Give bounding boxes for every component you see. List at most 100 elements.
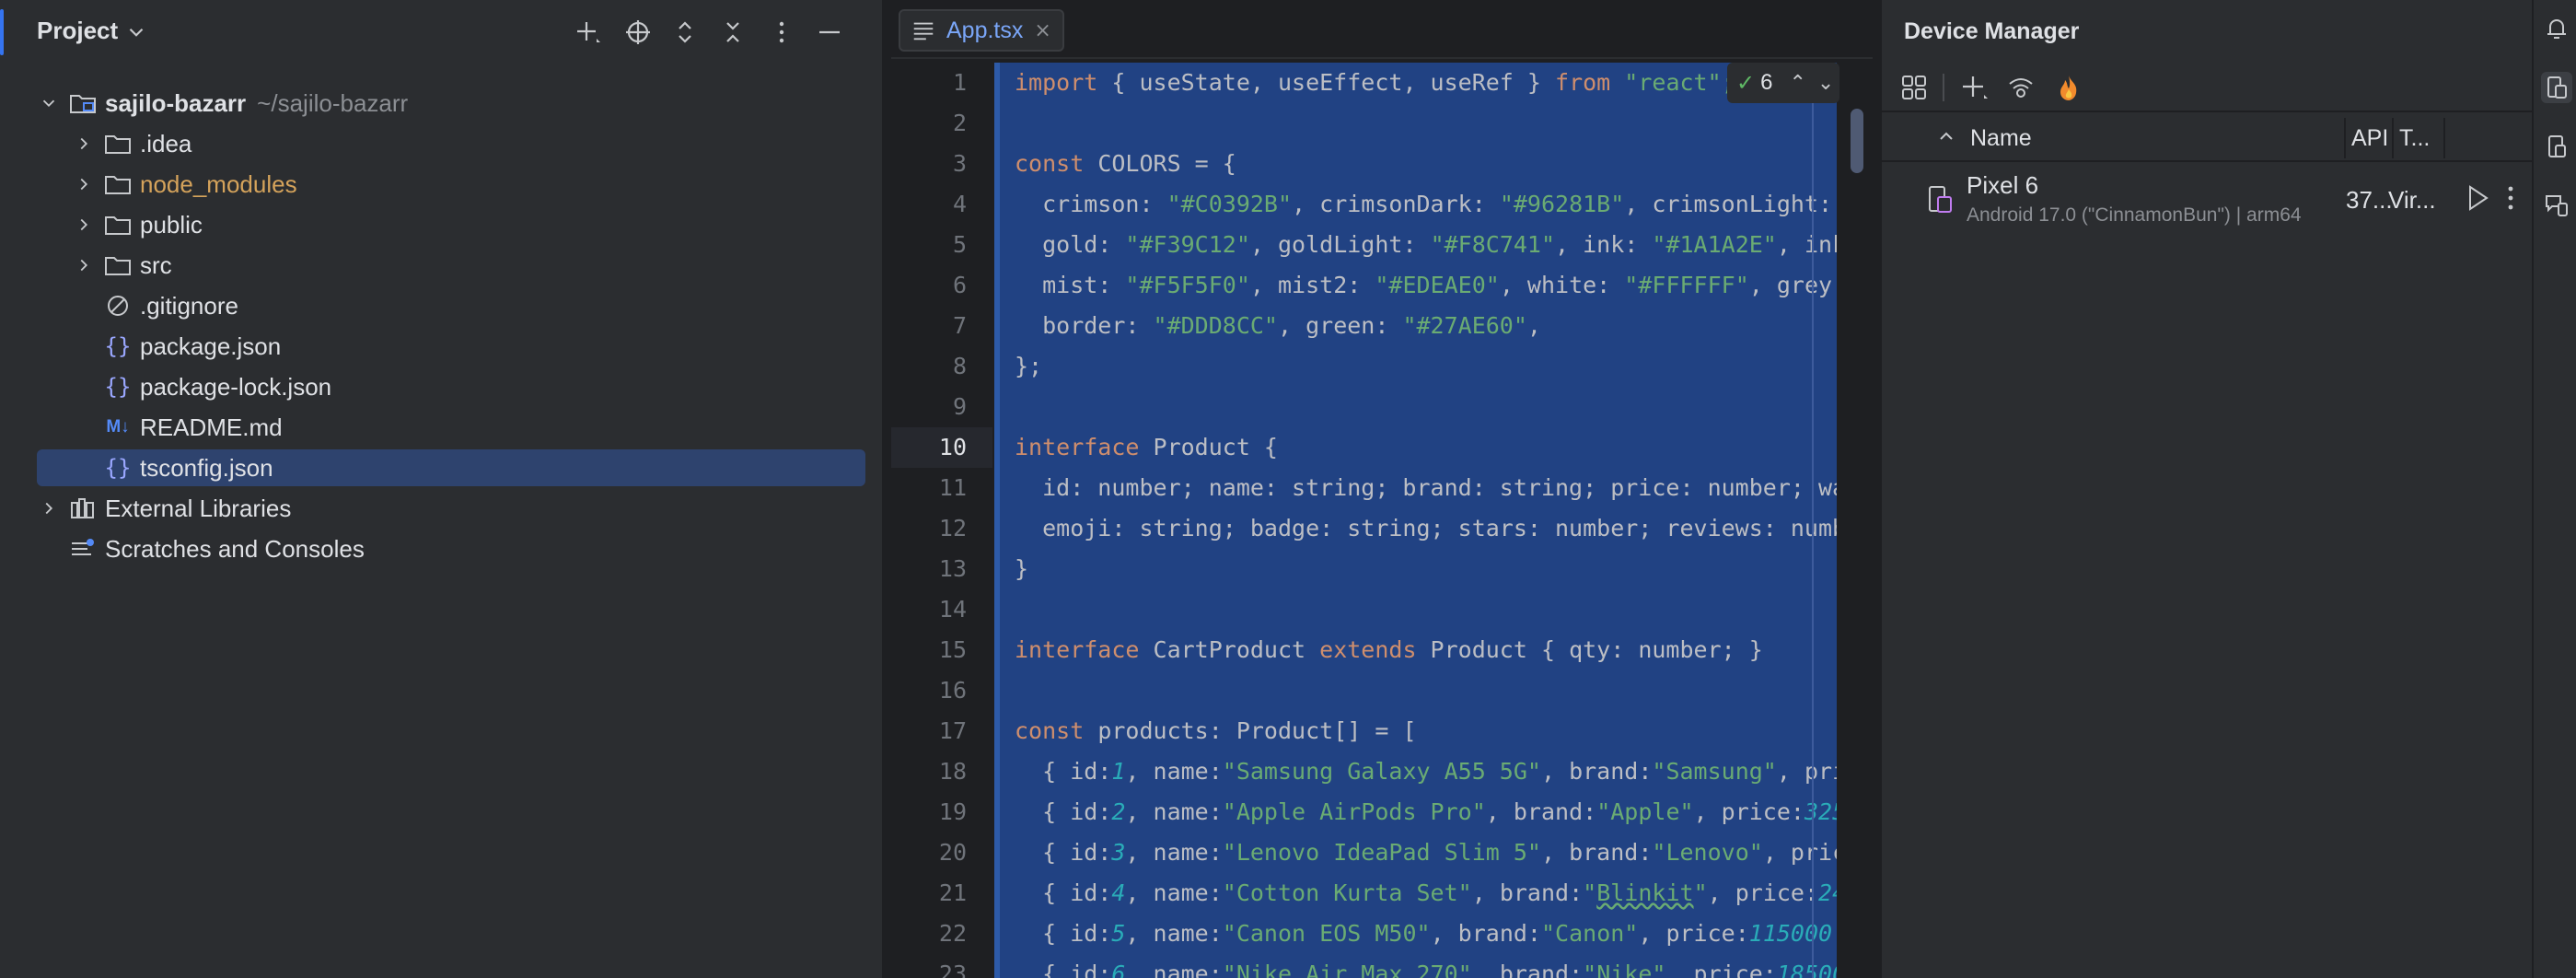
- panel-splitter[interactable]: [1873, 0, 1882, 978]
- library-icon: [68, 495, 98, 522]
- chevron-up-icon[interactable]: [1935, 125, 1957, 147]
- column-header-type[interactable]: T...: [2399, 125, 2430, 152]
- chevron-down-icon[interactable]: [37, 91, 61, 115]
- chevron-right-icon[interactable]: [72, 253, 96, 277]
- tree-item-tsconfig-json[interactable]: {} tsconfig.json: [37, 449, 865, 486]
- line-number[interactable]: 22: [924, 914, 967, 954]
- line-number[interactable]: 16: [924, 670, 967, 711]
- column-divider[interactable]: [2443, 118, 2445, 158]
- pair-wifi-button[interactable]: [2003, 70, 2038, 105]
- line-number[interactable]: 10: [924, 427, 967, 468]
- code-line-13: }: [1015, 555, 1029, 582]
- options-button[interactable]: [764, 15, 799, 50]
- close-icon[interactable]: ×: [1034, 19, 1050, 42]
- running-devices-button[interactable]: [2541, 131, 2572, 162]
- tree-item-readme[interactable]: M↓ README.md: [103, 409, 865, 446]
- code-line-15: interface CartProduct extends Product { …: [1015, 636, 1763, 663]
- more-vertical-icon: [779, 21, 784, 43]
- column-divider[interactable]: [2392, 118, 2394, 158]
- add-device-button[interactable]: [1957, 70, 1992, 105]
- minimize-icon: [819, 30, 840, 34]
- tree-item-root[interactable]: sajilo-bazarr ~/sajilo-bazarr: [37, 85, 865, 122]
- collapse-all-button[interactable]: [715, 15, 750, 50]
- device-manager-tool-button[interactable]: [2541, 72, 2572, 103]
- tree-item-label: .idea: [140, 129, 192, 157]
- tree-item-package-lock-json[interactable]: {} package-lock.json: [103, 368, 865, 405]
- line-number[interactable]: 8: [924, 346, 967, 387]
- expand-icon: [679, 21, 691, 43]
- column-header-api[interactable]: API: [2351, 125, 2388, 152]
- chevron-right-icon[interactable]: [72, 172, 96, 196]
- column-header-name[interactable]: Name: [1970, 125, 2032, 152]
- line-number[interactable]: 14: [924, 589, 967, 630]
- tree-item-src[interactable]: src: [72, 247, 865, 284]
- line-number[interactable]: 18: [924, 751, 967, 792]
- project-view-selector[interactable]: Project: [37, 17, 118, 45]
- inspection-widget[interactable]: ✓ 6 ⌃⌄: [1727, 63, 1839, 103]
- device-groups-button[interactable]: [1897, 70, 1932, 105]
- chevron-down-icon[interactable]: [124, 20, 148, 44]
- line-number[interactable]: 2: [924, 103, 967, 144]
- tab-label: App.tsx: [946, 17, 1024, 43]
- code-content[interactable]: import { useState, useEffect, useRef } f…: [994, 63, 1837, 978]
- device-type: Vir...: [2388, 186, 2436, 214]
- tree-item-scratches[interactable]: Scratches and Consoles: [68, 530, 865, 567]
- line-number[interactable]: 7: [924, 306, 967, 346]
- chevron-right-icon[interactable]: [72, 213, 96, 237]
- module-folder-icon: [68, 89, 98, 117]
- line-number[interactable]: 3: [924, 144, 967, 184]
- markdown-file-icon: M↓: [106, 417, 130, 437]
- tree-item-public[interactable]: public: [72, 206, 865, 243]
- play-icon[interactable]: [2462, 182, 2493, 214]
- column-divider[interactable]: [2344, 118, 2346, 158]
- line-number[interactable]: 17: [924, 711, 967, 751]
- line-number[interactable]: 9: [924, 387, 967, 427]
- code-line-8: };: [1015, 353, 1043, 379]
- editor-scrollbar[interactable]: [1851, 109, 1863, 173]
- locate-file-button[interactable]: [621, 15, 656, 50]
- chevron-right-icon[interactable]: [72, 132, 96, 156]
- tree-item-label: Scratches and Consoles: [105, 534, 365, 563]
- hide-panel-button[interactable]: [812, 15, 847, 50]
- tree-item-external-libraries[interactable]: External Libraries: [37, 490, 865, 527]
- code-editor: App.tsx × 1 2 3 4 5 6 7 8 9 10 11 12 13 14 15 16 17 18 19 2…: [891, 0, 1873, 978]
- wifi-icon: [2009, 78, 2033, 98]
- line-number[interactable]: 11: [924, 468, 967, 508]
- device-api-level: 37...: [2346, 186, 2393, 214]
- code-line-6: mist: "#F5F5F0", mist2: "#EDEAE0", white…: [1015, 272, 1837, 298]
- tree-item-gitignore[interactable]: .gitignore: [103, 287, 865, 324]
- line-number[interactable]: 15: [924, 630, 967, 670]
- code-line-4: crimson: "#C0392B", crimsonDark: "#96281…: [1015, 191, 1837, 217]
- line-number[interactable]: 23: [924, 954, 967, 978]
- line-number[interactable]: 4: [924, 184, 967, 225]
- tree-item-label: src: [140, 250, 172, 279]
- collapse-icon: [726, 22, 739, 42]
- code-line-20: { id:3, name:"Lenovo IdeaPad Slim 5", br…: [1015, 839, 1837, 866]
- notifications-button[interactable]: [2541, 13, 2572, 44]
- line-number[interactable]: 20: [924, 832, 967, 873]
- more-vertical-icon[interactable]: [2497, 182, 2524, 214]
- line-number[interactable]: 5: [924, 225, 967, 265]
- tree-item-idea[interactable]: .idea: [72, 125, 865, 162]
- tree-item-package-json[interactable]: {} package.json: [103, 328, 865, 365]
- line-number[interactable]: 6: [924, 265, 967, 306]
- inspection-nav-arrows[interactable]: ⌃⌄: [1789, 71, 1845, 95]
- phone-icon: [2548, 135, 2566, 157]
- folder-icon: [103, 211, 133, 239]
- code-line-21: { id:4, name:"Cotton Kurta Set", brand:"…: [1015, 879, 1837, 906]
- new-file-button[interactable]: [571, 15, 606, 50]
- expand-all-button[interactable]: [667, 15, 702, 50]
- tree-item-label: node_modules: [140, 169, 297, 198]
- firebase-test-lab-button[interactable]: [2051, 70, 2086, 105]
- line-number[interactable]: 21: [924, 873, 967, 914]
- line-number[interactable]: 1: [924, 63, 967, 103]
- line-number[interactable]: 12: [924, 508, 967, 549]
- device-mirroring-button[interactable]: [2541, 190, 2572, 221]
- line-number[interactable]: 13: [924, 549, 967, 589]
- crosshair-icon: [626, 20, 650, 44]
- line-number[interactable]: 19: [924, 792, 967, 832]
- device-row[interactable]: Pixel 6 Android 17.0 ("CinnamonBun") | a…: [1882, 164, 2532, 234]
- tree-item-node-modules[interactable]: node_modules: [72, 166, 865, 203]
- chevron-right-icon[interactable]: [37, 496, 61, 520]
- tab-app-tsx[interactable]: App.tsx ×: [899, 9, 1064, 52]
